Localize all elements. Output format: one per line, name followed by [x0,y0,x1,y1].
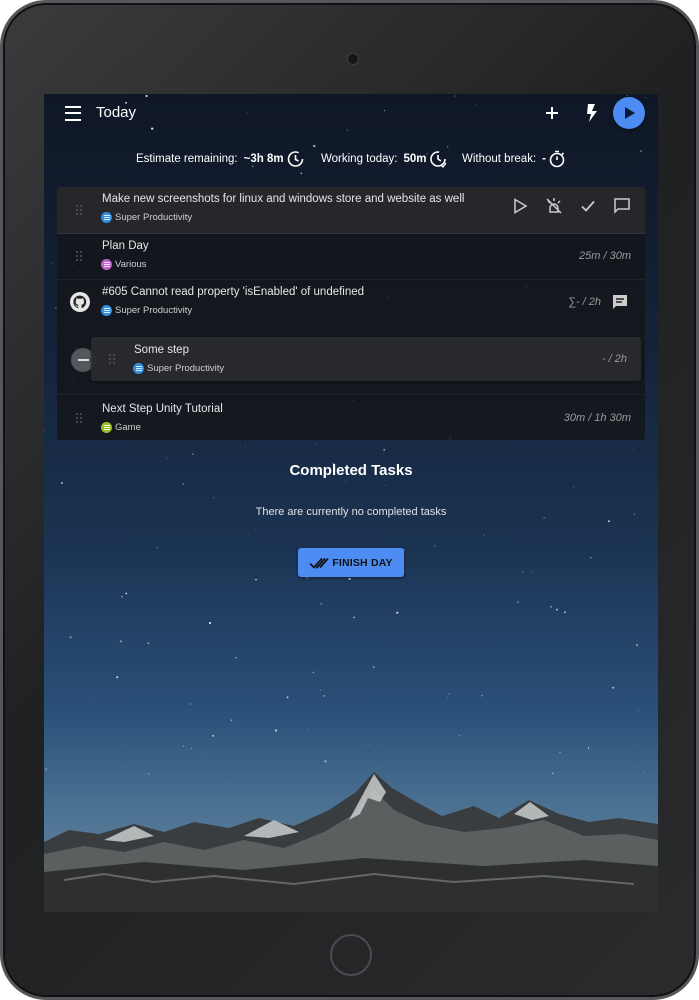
play-icon [625,107,635,119]
project-tag: Various [101,259,147,270]
working-value: 50m [403,153,427,165]
project-tag: Super Productivity [133,363,224,374]
task-item[interactable]: Next Step Unity Tutorial Game 30m / 1h 3… [57,394,645,441]
track-off-icon [546,198,562,214]
show-notes-button[interactable] [609,291,631,313]
clock-check-icon [429,151,447,168]
app-screen: Today Estimate remaining: ~3h 8m Working… [44,94,658,912]
page-title: Today [96,104,137,121]
finish-day-label: FINISH DAY [332,556,393,569]
task-title[interactable]: Make new screenshots for linux and windo… [102,193,464,205]
project-name: Super Productivity [115,212,193,223]
break-label: Without break: [462,153,537,165]
timer-icon [549,150,565,168]
tablet-frame: Today Estimate remaining: ~3h 8m Working… [0,0,699,1000]
start-task-button[interactable] [509,195,531,217]
day-stats: Estimate remaining: ~3h 8m Working today… [44,150,658,170]
time-estimate[interactable]: - / 2h [602,353,627,365]
project-name: Super Productivity [115,305,193,316]
task-item[interactable]: Plan Day Various 25m / 30m [57,233,645,280]
camera [347,53,359,65]
task-title[interactable]: #605 Cannot read property 'isEnabled' of… [102,286,364,298]
project-tag: Game [101,422,141,433]
toggle-track-button[interactable] [543,195,565,217]
history-clock-icon [287,151,303,167]
check-icon [581,200,595,212]
time-estimate[interactable]: 25m / 30m [579,250,631,262]
project-color-icon [101,212,112,223]
add-note-button[interactable] [611,195,633,217]
play-outline-icon [514,198,528,214]
subtask-item[interactable]: Some step Super Productivity - / 2h [91,337,641,381]
project-color-icon [101,422,112,433]
estimate-remaining: Estimate remaining: ~3h 8m [136,150,304,168]
home-button [330,934,372,976]
flash-icon [587,104,597,122]
project-name: Game [115,422,141,433]
minus-icon [77,359,89,361]
project-color-icon [101,259,112,270]
drag-handle-icon[interactable] [76,413,82,423]
project-tag: Super Productivity [101,305,192,316]
estimate-value: ~3h 8m [243,153,284,165]
project-color-icon [133,363,144,374]
estimate-label: Estimate remaining: [136,153,238,165]
github-icon [70,292,90,312]
mark-done-button[interactable] [577,195,599,217]
time-estimate[interactable]: ∑- / 2h [568,296,601,308]
drag-handle-icon[interactable] [76,205,82,215]
empty-completed-message: There are currently no completed tasks [255,506,447,518]
task-title[interactable]: Next Step Unity Tutorial [102,403,223,415]
drag-handle-icon[interactable] [109,354,115,364]
start-tracking-button[interactable] [613,97,645,129]
task-actions [509,195,633,217]
menu-icon[interactable] [62,104,84,122]
time-estimate[interactable]: 30m / 1h 30m [564,412,631,424]
subtask-title[interactable]: Some step [134,344,189,356]
project-tag: Super Productivity [101,212,192,223]
working-label: Working today: [321,153,398,165]
task-item[interactable]: Make new screenshots for linux and windo… [57,187,645,234]
quick-actions-button[interactable] [580,102,602,124]
top-bar: Today [44,94,658,132]
drag-handle-icon[interactable] [76,251,82,261]
add-task-button[interactable] [541,102,563,124]
completed-tasks-heading: Completed Tasks [289,462,413,479]
project-name: Super Productivity [147,363,225,374]
finish-day-button[interactable]: FINISH DAY [298,548,404,577]
working-today: Working today: 50m [321,150,447,168]
mountain-background [44,772,658,912]
comment-filled-icon [613,295,627,309]
task-title[interactable]: Plan Day [102,240,149,252]
project-color-icon [101,305,112,316]
plus-icon [546,107,558,119]
without-break: Without break: - [462,150,566,168]
break-value: - [542,153,546,165]
done-all-icon [309,557,329,569]
task-list: Make new screenshots for linux and windo… [57,187,645,440]
project-name: Various [115,259,147,270]
comment-icon [614,198,630,214]
